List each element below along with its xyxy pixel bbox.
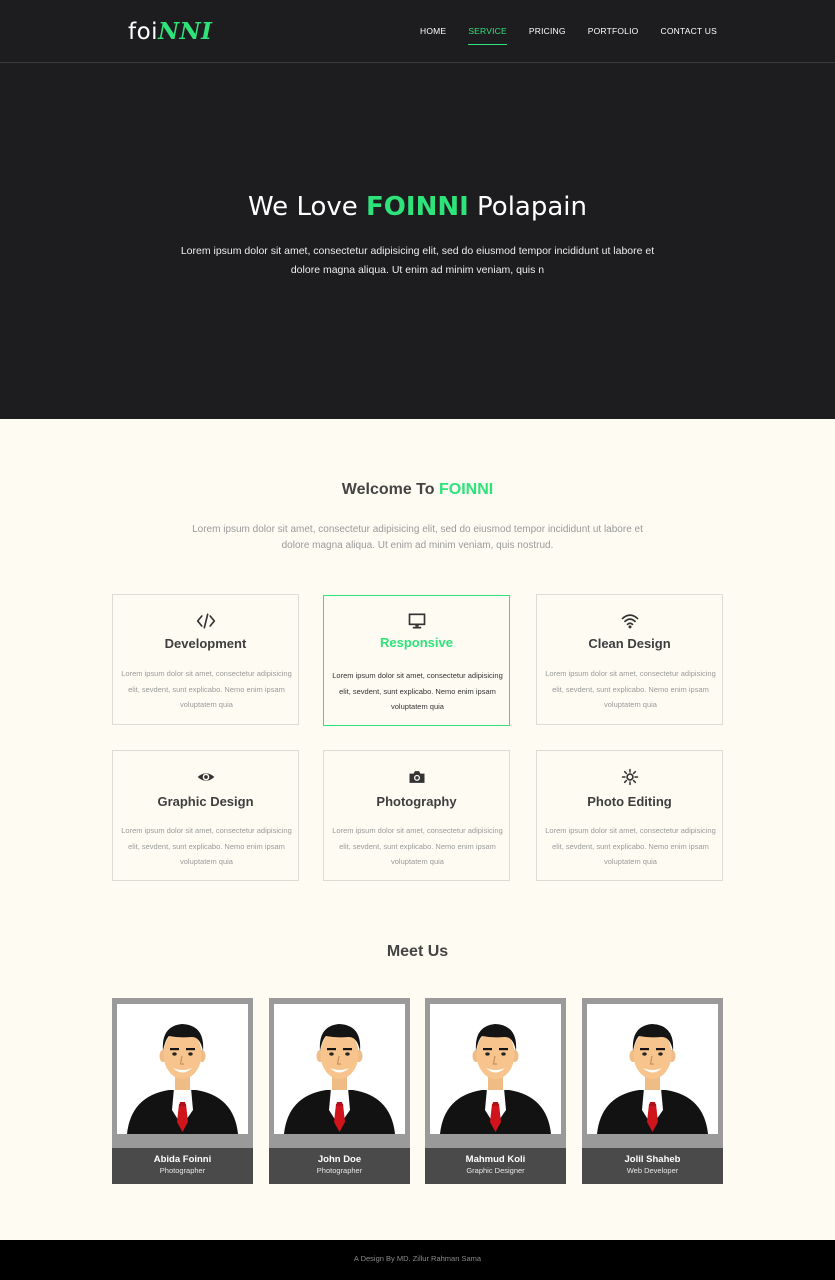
service-text: Lorem ipsum dolor sit amet, consectetur … <box>545 826 716 866</box>
service-title: Photo Editing <box>587 794 672 809</box>
meet-us-title: Meet Us <box>386 943 449 960</box>
service-card-responsive[interactable]: Responsive Lorem ipsum dolor sit amet, c… <box>323 595 510 726</box>
wifi-icon <box>537 612 722 630</box>
footer-credit: A Design By MD. Zillur Rahman Sama <box>353 1254 482 1263</box>
navbar: foiNNI HOME SERVICE PRICING PORTFOLIO CO… <box>0 0 835 63</box>
member-role: Web Developer <box>626 1166 679 1175</box>
footer: A Design By MD. Zillur Rahman Sama <box>0 1240 835 1280</box>
service-text: Lorem ipsum dolor sit amet, consectetur … <box>332 671 503 711</box>
nav-contact-us[interactable]: CONTACT US <box>660 26 716 45</box>
member-name: Jolil Shaheb <box>624 1154 681 1165</box>
member-name: Mahmud Koli <box>465 1154 526 1165</box>
hero-text: Lorem ipsum dolor sit amet, consectetur … <box>180 245 655 276</box>
nav-pricing[interactable]: PRICING <box>529 26 566 45</box>
hero-title: We Love FOINNI Polapain <box>0 192 835 222</box>
service-title: Graphic Design <box>157 794 254 809</box>
member-caption: Mahmud Koli Graphic Designer <box>425 1148 566 1184</box>
member-role: Photographer <box>316 1166 363 1175</box>
main-nav: HOME SERVICE PRICING PORTFOLIO CONTACT U… <box>420 26 739 45</box>
logo[interactable]: foiNNI <box>128 18 212 45</box>
team-member-card[interactable]: Jolil Shaheb Web Developer <box>582 998 723 1184</box>
welcome-title-before: Welcome To <box>341 481 435 498</box>
welcome-text: Lorem ipsum dolor sit amet, consectetur … <box>192 524 643 551</box>
nav-service[interactable]: SERVICE <box>468 26 507 45</box>
avatar <box>274 1004 405 1134</box>
logo-text: foi <box>128 19 159 45</box>
hero-title-before: We Love <box>248 192 358 222</box>
member-caption: John Doe Photographer <box>269 1148 410 1184</box>
eye-icon <box>113 768 298 786</box>
service-card-graphic-design[interactable]: Graphic Design Lorem ipsum dolor sit ame… <box>112 750 299 881</box>
nav-home[interactable]: HOME <box>420 26 446 45</box>
hero-title-after: Polapain <box>477 192 587 222</box>
avatar <box>430 1004 561 1134</box>
service-text: Lorem ipsum dolor sit amet, consectetur … <box>121 826 292 866</box>
service-title: Development <box>164 636 247 651</box>
hero-section: foiNNI HOME SERVICE PRICING PORTFOLIO CO… <box>0 0 835 419</box>
service-card-clean-design[interactable]: Clean Design Lorem ipsum dolor sit amet,… <box>536 594 723 725</box>
member-caption: Jolil Shaheb Web Developer <box>582 1148 723 1184</box>
service-title: Clean Design <box>588 636 671 651</box>
service-card-photo-editing[interactable]: Photo Editing Lorem ipsum dolor sit amet… <box>536 750 723 881</box>
welcome-title: Welcome To FOINNI <box>0 481 835 499</box>
brightness-icon <box>537 768 722 786</box>
camera-icon <box>324 768 509 786</box>
avatar <box>587 1004 718 1134</box>
team-member-card[interactable]: Abida Foinni Photographer <box>112 998 253 1184</box>
member-caption: Abida Foinni Photographer <box>112 1148 253 1184</box>
team-member-card[interactable]: Mahmud Koli Graphic Designer <box>425 998 566 1184</box>
hero-title-brand: FOINNI <box>366 192 469 222</box>
member-name: Abida Foinni <box>153 1154 212 1165</box>
service-text: Lorem ipsum dolor sit amet, consectetur … <box>545 669 716 709</box>
service-card-development[interactable]: Development Lorem ipsum dolor sit amet, … <box>112 594 299 725</box>
logo-accent-text: NNI <box>158 18 213 45</box>
nav-portfolio[interactable]: PORTFOLIO <box>588 26 639 45</box>
member-role: Graphic Designer <box>466 1166 525 1175</box>
service-text: Lorem ipsum dolor sit amet, consectetur … <box>332 826 503 866</box>
welcome-title-brand: FOINNI <box>439 481 494 498</box>
team-member-card[interactable]: John Doe Photographer <box>269 998 410 1184</box>
service-card-photography[interactable]: Photography Lorem ipsum dolor sit amet, … <box>323 750 510 881</box>
member-name: John Doe <box>317 1154 362 1165</box>
avatar <box>117 1004 248 1134</box>
service-text: Lorem ipsum dolor sit amet, consectetur … <box>121 669 292 709</box>
code-icon <box>113 612 298 630</box>
monitor-icon <box>324 612 509 630</box>
service-title: Responsive <box>380 635 453 650</box>
member-role: Photographer <box>159 1166 206 1175</box>
service-title: Photography <box>376 794 457 809</box>
